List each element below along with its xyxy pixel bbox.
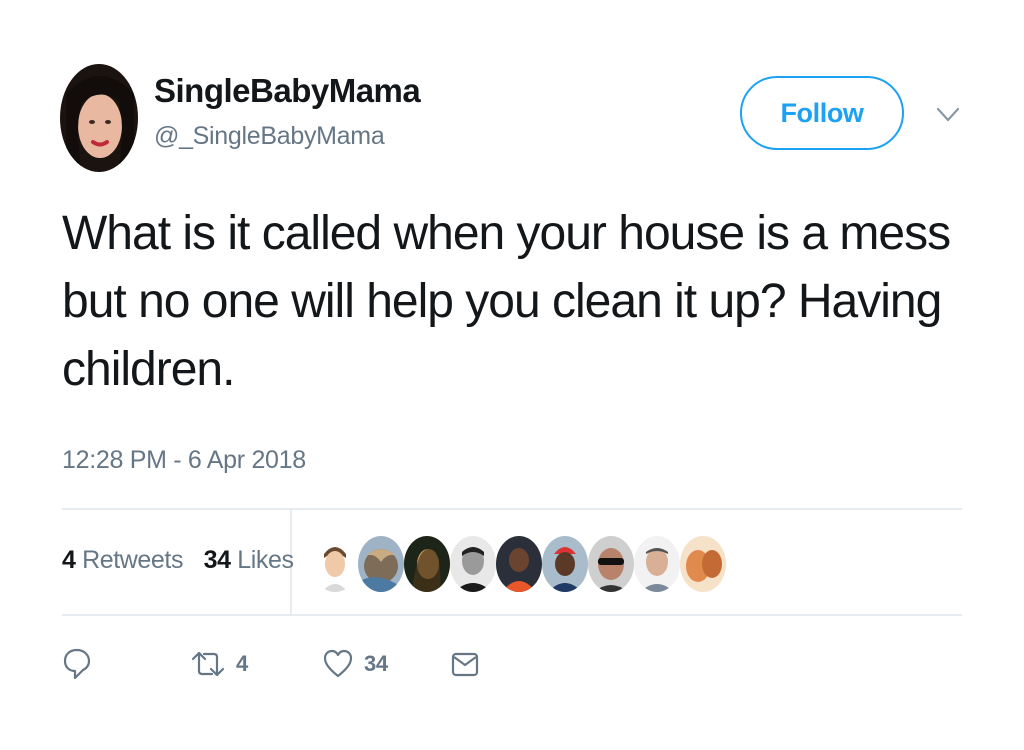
avatar[interactable] [60, 64, 138, 172]
liker-avatar[interactable] [496, 536, 542, 592]
liker-avatar[interactable] [634, 536, 680, 592]
direct-message-button[interactable] [450, 644, 480, 684]
liker-avatar[interactable] [680, 536, 726, 592]
likes-count: 34 [203, 546, 231, 574]
tweet-timestamp[interactable]: 12:28 PM - 6 Apr 2018 [62, 446, 306, 475]
liker-avatar[interactable] [588, 536, 634, 592]
liker-avatar[interactable] [312, 536, 358, 592]
reply-icon [63, 648, 91, 680]
liker-avatar[interactable] [358, 536, 404, 592]
divider [62, 508, 962, 510]
envelope-icon [451, 652, 479, 677]
retweet-icon [191, 651, 225, 677]
divider [62, 614, 962, 616]
chevron-down-icon[interactable] [934, 104, 962, 126]
retweets-stat[interactable]: 4 Retweets [62, 546, 190, 574]
retweets-label: Retweets [82, 546, 184, 574]
tweet-text: What is it called when your house is a m… [62, 207, 951, 396]
tweet-card: SingleBabyMama @_SingleBabyMama Follow W… [0, 0, 1024, 750]
liker-avatar[interactable] [404, 536, 450, 592]
likes-label: Likes [237, 546, 294, 574]
like-button[interactable]: 34 [322, 644, 388, 684]
likes-stat[interactable]: 34 Likes [204, 546, 294, 574]
display-name[interactable]: SingleBabyMama [154, 72, 421, 110]
retweet-button[interactable]: 4 [190, 644, 248, 684]
user-handle[interactable]: @_SingleBabyMama [154, 122, 385, 151]
follow-button[interactable]: Follow [740, 76, 904, 150]
like-count: 34 [364, 651, 388, 676]
retweet-count: 4 [236, 651, 248, 676]
liker-avatar[interactable] [542, 536, 588, 592]
tweet-stats: 4 Retweets 34 Likes [62, 546, 308, 575]
reply-button[interactable] [62, 644, 92, 684]
liker-avatar[interactable] [450, 536, 496, 592]
retweets-count: 4 [62, 546, 76, 574]
heart-icon [323, 649, 353, 678]
